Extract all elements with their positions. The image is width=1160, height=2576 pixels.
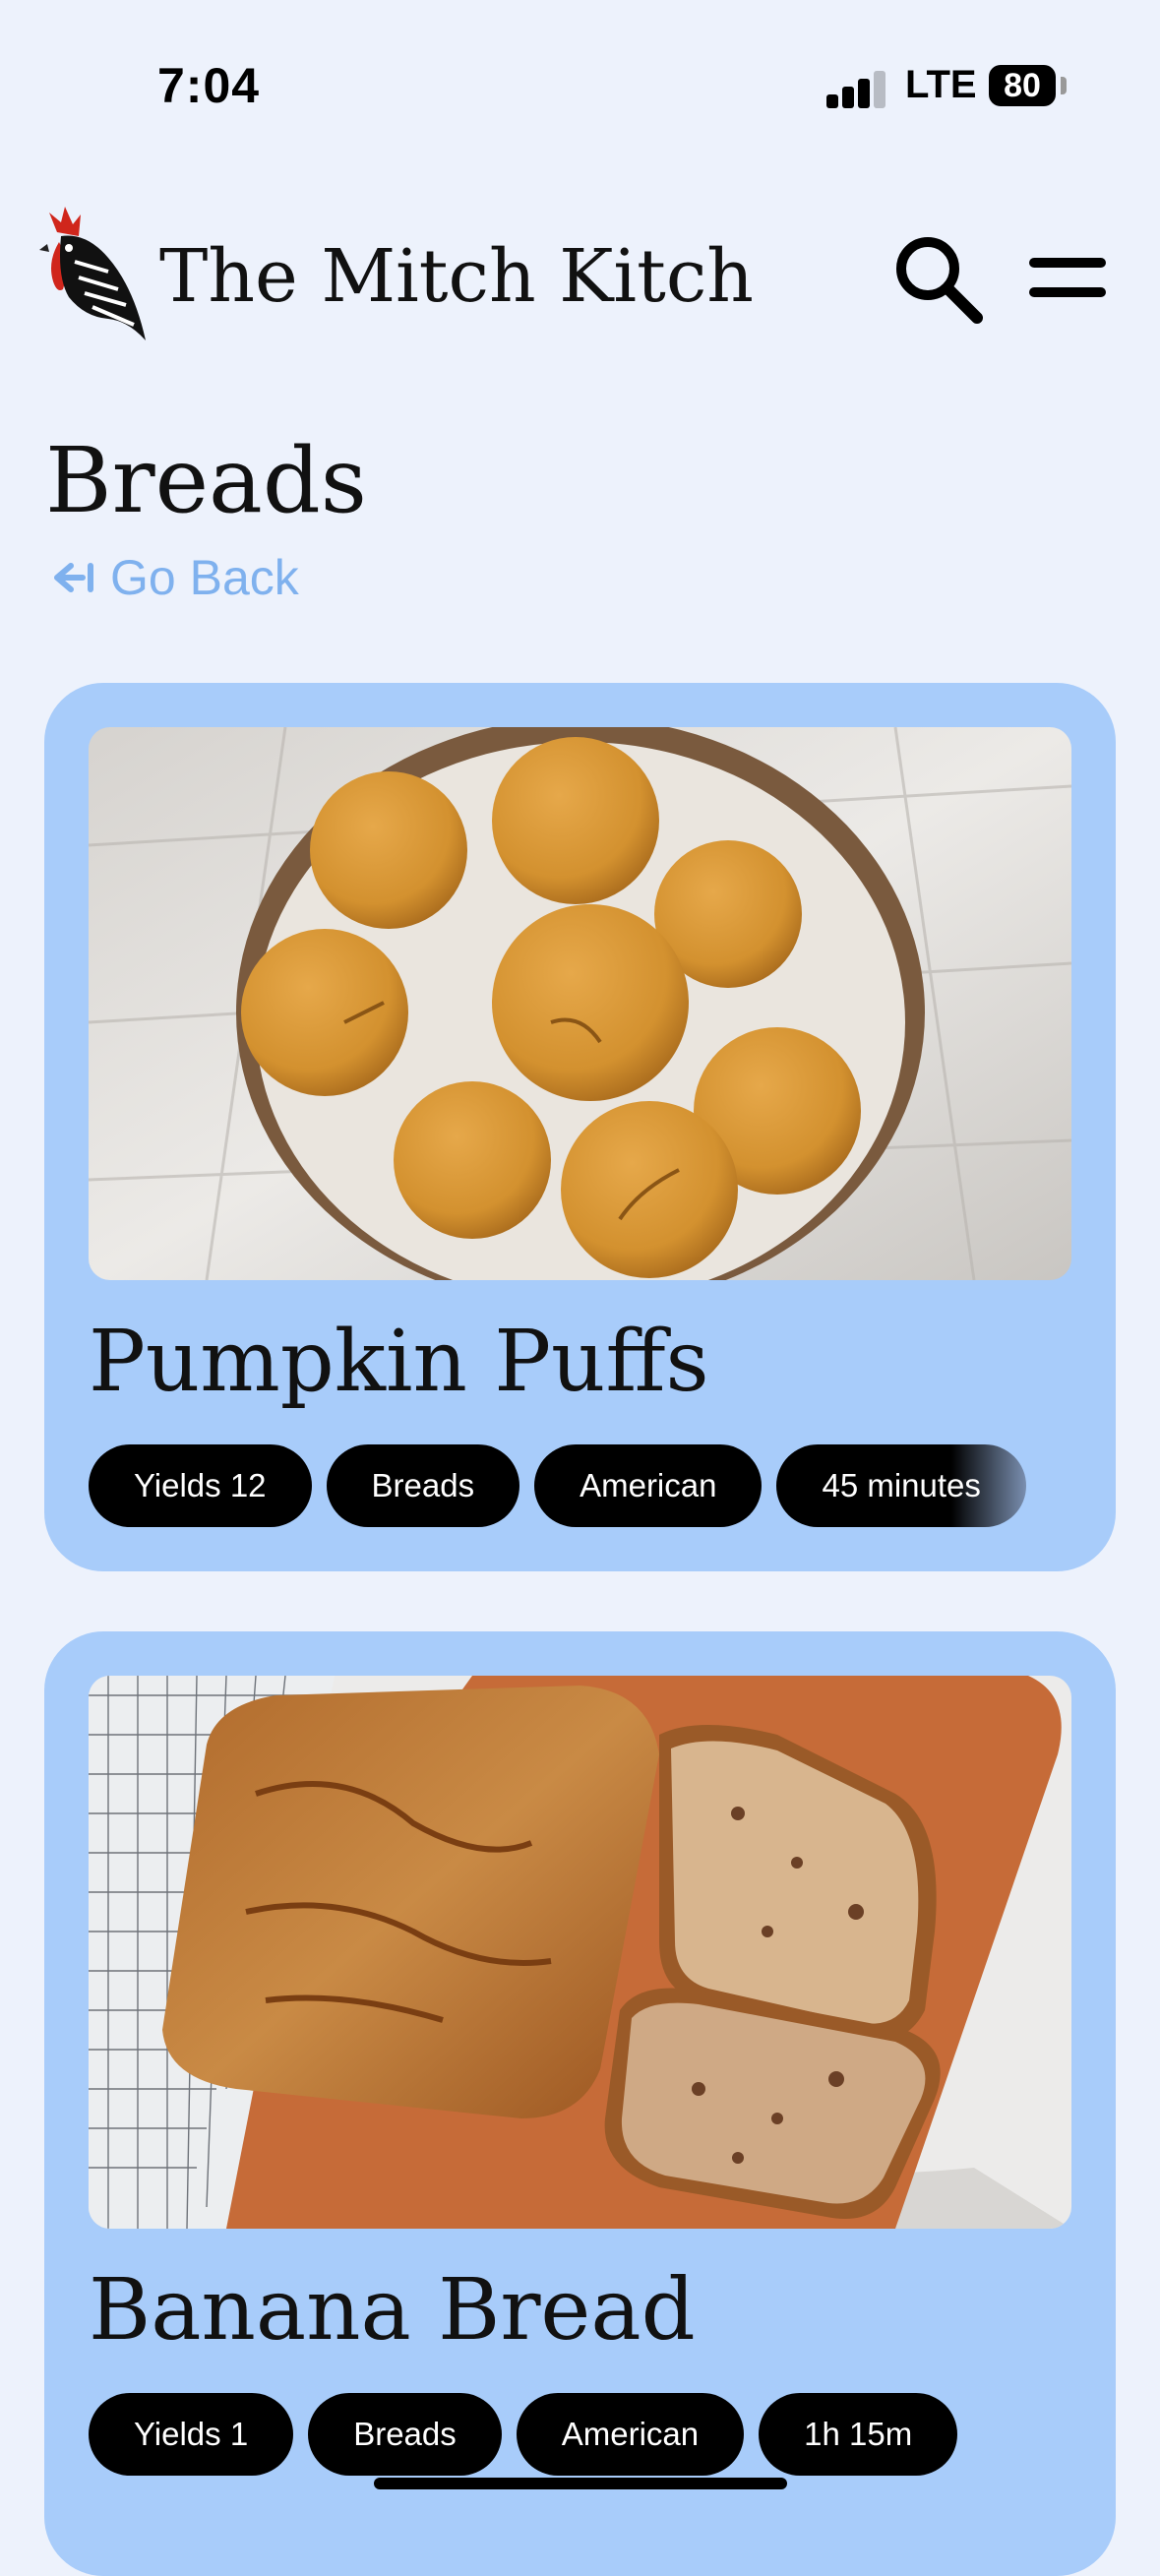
tag-yield[interactable]: Yields 1 (89, 2393, 294, 2476)
rooster-logo-icon[interactable] (39, 203, 150, 350)
tag-list: Yields 1 Breads American 1h 15m (89, 2393, 958, 2476)
recipe-title[interactable]: Banana Bread (89, 2261, 696, 2360)
site-title[interactable]: The Mitch Kitch (159, 234, 754, 319)
recipe-card[interactable]: Banana Bread Yields 1 Breads American 1h… (44, 1631, 1116, 2576)
recipe-title[interactable]: Pumpkin Puffs (89, 1313, 709, 1411)
status-time: 7:04 (157, 58, 261, 113)
tag-time[interactable]: 1h 15m (759, 2393, 958, 2476)
recipe-image[interactable] (89, 727, 1071, 1280)
search-icon[interactable] (890, 231, 989, 330)
home-indicator[interactable] (374, 2478, 787, 2489)
site-header: The Mitch Kitch (0, 187, 1160, 364)
tag-cuisine[interactable]: American (516, 2393, 745, 2476)
battery-nub (1061, 77, 1067, 94)
back-arrow-icon (54, 563, 93, 592)
tag-category[interactable]: Breads (326, 1444, 520, 1527)
signal-icon (826, 69, 885, 108)
page-title: Breads (45, 428, 367, 533)
recipe-image[interactable] (89, 1676, 1071, 2229)
tag-category[interactable]: Breads (308, 2393, 502, 2476)
status-bar: 7:04 LTE 80 (0, 0, 1160, 167)
tag-list: Yields 12 Breads American 45 minutes (89, 1444, 1026, 1527)
battery-icon: 80 (989, 65, 1056, 106)
tag-yield[interactable]: Yields 12 (89, 1444, 312, 1527)
recipe-card[interactable]: Pumpkin Puffs Yields 12 Breads American … (44, 683, 1116, 1571)
tag-cuisine[interactable]: American (534, 1444, 763, 1527)
hamburger-menu-icon[interactable] (1028, 241, 1107, 320)
network-label: LTE (905, 63, 977, 106)
go-back-link[interactable]: Go Back (49, 549, 299, 606)
go-back-label: Go Back (110, 550, 299, 605)
tag-time[interactable]: 45 minutes (776, 1444, 1026, 1527)
